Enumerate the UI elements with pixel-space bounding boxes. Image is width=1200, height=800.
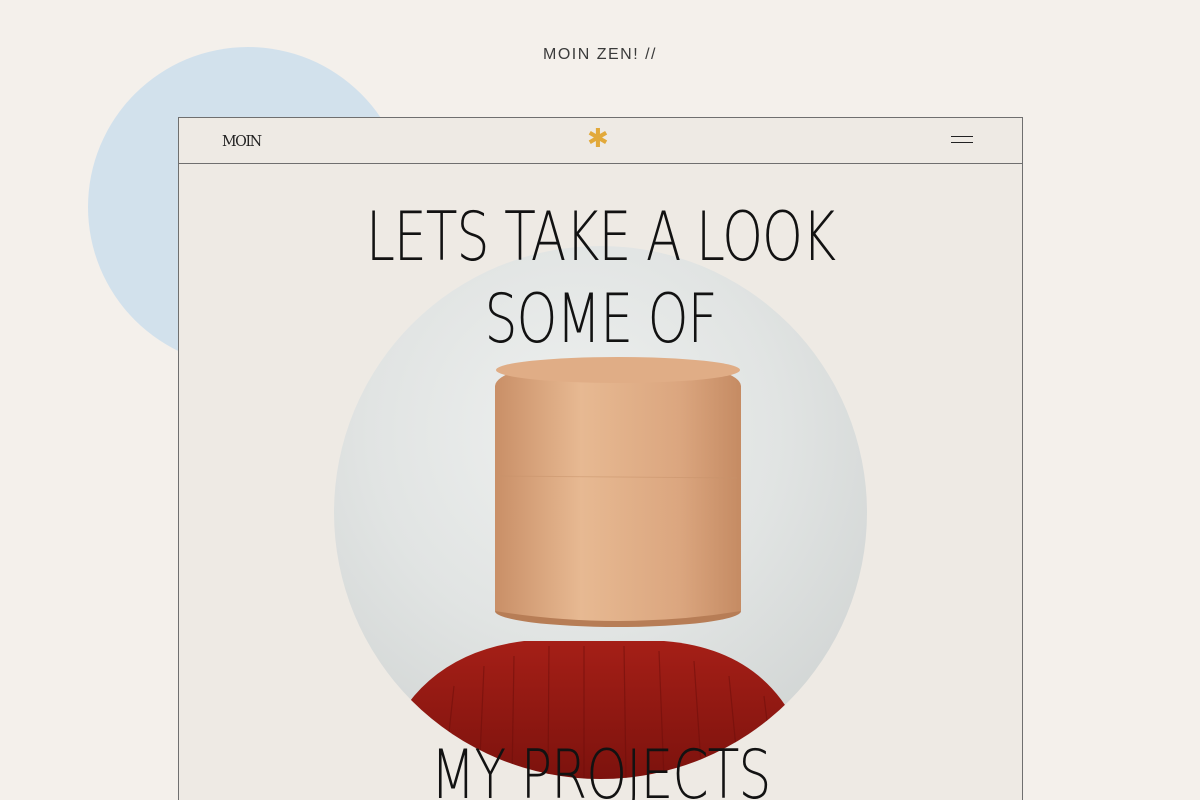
asterisk-icon: ✱ <box>587 124 609 154</box>
website-mockup-frame: MOIN ✱ LETS TAKE A LOOK SOME OF MY PROJE… <box>178 117 1023 800</box>
logo[interactable]: MOIN <box>222 132 262 150</box>
hero-headline-line-3: MY PROJECTS <box>430 737 772 800</box>
hero-headline-line-1: LETS TAKE A LOOK <box>365 199 836 277</box>
navbar: MOIN ✱ <box>179 118 1022 164</box>
hamburger-menu-icon[interactable] <box>951 134 975 146</box>
hero-headline-line-2: SOME OF <box>484 281 717 359</box>
